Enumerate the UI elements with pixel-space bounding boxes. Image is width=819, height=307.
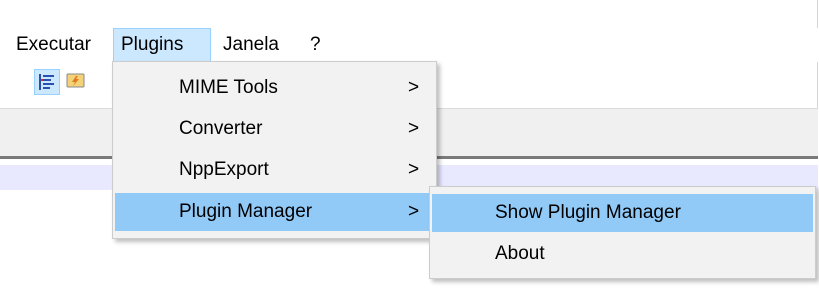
menu-item-label: NppExport — [179, 159, 269, 180]
macro-button[interactable] — [63, 69, 89, 95]
menu-item-label: About — [495, 243, 545, 264]
chevron-right-icon: > — [408, 77, 420, 98]
menu-item-label: Converter — [179, 118, 263, 139]
menu-item-show-plugin-manager[interactable]: Show Plugin Manager — [432, 194, 813, 232]
chevron-right-icon: > — [408, 118, 420, 139]
menu-bar: Executar Plugins Janela ? — [0, 28, 818, 62]
menu-item-plugin-manager[interactable]: Plugin Manager > — [115, 193, 434, 231]
chevron-right-icon: > — [408, 201, 420, 222]
menu-plugins[interactable]: Plugins — [113, 28, 211, 62]
menu-item-mime-tools[interactable]: MIME Tools > — [115, 69, 434, 107]
plugins-menu: MIME Tools > Converter > NppExport > Plu… — [112, 61, 437, 239]
indent-guide-button[interactable] — [34, 69, 60, 95]
plugin-manager-submenu: Show Plugin Manager About — [429, 186, 816, 279]
menu-item-converter[interactable]: Converter > — [115, 110, 434, 148]
chevron-right-icon: > — [408, 159, 420, 180]
menu-item-nppexport[interactable]: NppExport > — [115, 151, 434, 189]
menu-item-label: Plugin Manager — [179, 201, 313, 222]
menu-item-label: MIME Tools — [179, 77, 278, 98]
menu-janela[interactable]: Janela — [216, 28, 286, 62]
menu-help[interactable]: ? — [303, 28, 328, 62]
menu-item-about[interactable]: About — [432, 235, 813, 273]
menu-item-label: Show Plugin Manager — [495, 202, 681, 223]
menu-executar[interactable]: Executar — [9, 28, 98, 62]
